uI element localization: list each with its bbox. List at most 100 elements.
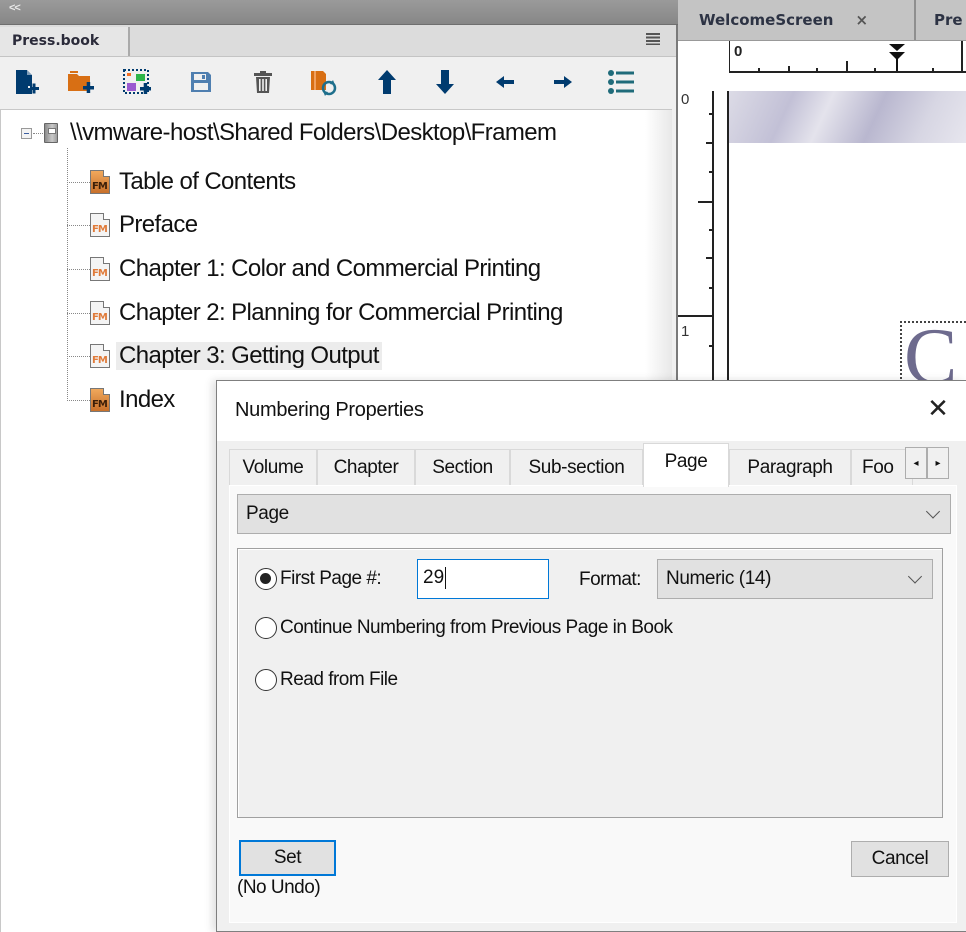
document-tab-strip: WelcomeScreen × Pre: [678, 0, 966, 41]
ruler-tick: [874, 68, 876, 71]
promote-button[interactable]: [490, 67, 520, 97]
tab-label: Pre: [934, 11, 963, 29]
fm-file-icon: FM: [90, 213, 110, 237]
tab-section[interactable]: Section: [415, 449, 510, 485]
ruler-line: [729, 41, 730, 73]
ruler-label: 1: [681, 323, 690, 340]
list-icon: [608, 70, 634, 94]
tree-connector: [67, 312, 90, 314]
tree-connector: [33, 132, 43, 134]
arrow-left-icon: [496, 76, 514, 88]
tab-press-book[interactable]: Press.book: [0, 27, 130, 56]
set-button[interactable]: Set: [239, 840, 336, 876]
ruler-tick: [709, 171, 712, 173]
tab-welcome-screen[interactable]: WelcomeScreen ×: [678, 0, 916, 40]
delete-button[interactable]: [248, 67, 278, 97]
ruler-tick: [709, 229, 712, 231]
demote-button[interactable]: [548, 67, 578, 97]
add-folder-icon: [68, 71, 94, 93]
select-value: Numeric (14): [666, 568, 771, 589]
format-select[interactable]: Numeric (14): [657, 559, 933, 599]
book-path: \\vmware-host\Shared Folders\Desktop\Fra…: [70, 119, 557, 146]
continue-numbering-radio-option[interactable]: Continue Numbering from Previous Page in…: [255, 617, 673, 639]
no-undo-note: (No Undo): [237, 877, 321, 898]
trash-icon: [254, 71, 272, 93]
close-icon[interactable]: ✕: [924, 395, 952, 423]
first-page-radio-option[interactable]: First Page #:: [255, 568, 382, 590]
move-up-button[interactable]: [372, 67, 402, 97]
ruler-tick: [709, 345, 712, 347]
dialog-tab-strip: Volume Chapter Section Sub-section Page …: [229, 443, 965, 487]
panel-collapse-bar[interactable]: <<: [0, 0, 680, 25]
add-group-button[interactable]: [122, 67, 152, 97]
read-from-file-radio[interactable]: [255, 669, 277, 691]
horizontal-ruler: 0: [678, 41, 966, 73]
ruler-tick: [706, 257, 712, 259]
tab-page[interactable]: Page: [643, 443, 729, 487]
tree-connector: [67, 181, 90, 183]
first-page-number-value: 29: [423, 567, 445, 588]
ruler-tick: [816, 68, 818, 71]
read-from-file-radio-option[interactable]: Read from File: [255, 669, 398, 691]
text-caret: [445, 566, 447, 589]
arrow-right-icon: [554, 76, 572, 88]
tab-scroll-right-icon[interactable]: ▸: [927, 447, 949, 479]
tab-chapter[interactable]: Chapter: [317, 449, 415, 485]
numbering-category-select[interactable]: Page: [237, 494, 951, 534]
collapse-chevron-icon[interactable]: <<: [9, 2, 21, 14]
tree-item-chapter-2[interactable]: FM Chapter 2: Planning for Commercial Pr…: [67, 295, 563, 331]
tree-root-book[interactable]: \\vmware-host\Shared Folders\Desktop\Fra…: [21, 118, 557, 148]
tab-press[interactable]: Pre: [916, 0, 966, 40]
tree-item-index[interactable]: FM Index: [67, 382, 175, 418]
toc-button[interactable]: [606, 67, 636, 97]
save-icon: [191, 72, 211, 92]
add-file-button[interactable]: [12, 67, 42, 97]
cancel-button[interactable]: Cancel: [851, 841, 949, 877]
tab-label: WelcomeScreen: [699, 11, 834, 29]
vertical-ruler: 0 1: [678, 91, 714, 381]
chevron-down-icon: [925, 504, 941, 519]
text-frame[interactable]: C: [900, 321, 966, 383]
ruler-label: 0: [681, 91, 690, 108]
document-canvas[interactable]: 0 1 C: [678, 73, 966, 383]
tree-item-label: Table of Contents: [119, 168, 296, 195]
tab-scroll-left-icon[interactable]: ◂: [905, 447, 927, 479]
page-banner-image: [729, 91, 966, 143]
tree-item-chapter-3[interactable]: FM Chapter 3: Getting Output: [67, 338, 382, 374]
fm-label: FM: [92, 224, 108, 235]
first-page-radio[interactable]: [255, 568, 277, 590]
arrow-down-icon: [436, 70, 454, 94]
tab-volume[interactable]: Volume: [229, 449, 317, 485]
continue-numbering-radio[interactable]: [255, 617, 277, 639]
move-down-button[interactable]: [430, 67, 460, 97]
tab-footnote[interactable]: Foo: [851, 449, 913, 485]
ruler-tick: [758, 68, 760, 71]
ruler-tick: [698, 201, 712, 203]
chevron-down-icon: [907, 569, 923, 584]
tree-connector: [67, 268, 90, 270]
numbering-properties-dialog: Numbering Properties ✕ Volume Chapter Se…: [216, 380, 966, 932]
save-button[interactable]: [186, 67, 216, 97]
tree-item-preface[interactable]: FM Preface: [67, 207, 198, 243]
fm-file-icon: FM: [90, 257, 110, 281]
update-book-button[interactable]: [308, 67, 338, 97]
tree-item-chapter-1[interactable]: FM Chapter 1: Color and Commercial Print…: [67, 251, 541, 287]
tab-paragraph[interactable]: Paragraph: [729, 449, 851, 485]
ruler-tick: [932, 68, 934, 71]
dialog-title: Numbering Properties: [235, 399, 424, 421]
hamburger-menu-icon[interactable]: [646, 33, 660, 45]
first-indent-marker[interactable]: [889, 44, 905, 51]
tree-item-table-of-contents[interactable]: FM Table of Contents: [67, 164, 296, 200]
close-tab-icon[interactable]: ×: [855, 11, 868, 29]
first-page-number-input[interactable]: 29: [417, 559, 549, 599]
fm-label: FM: [92, 399, 108, 410]
tab-sub-section[interactable]: Sub-section: [510, 449, 643, 485]
read-from-file-label: Read from File: [280, 669, 398, 690]
tree-item-label: Chapter 3: Getting Output: [116, 342, 382, 370]
add-folder-button[interactable]: [66, 67, 96, 97]
dialog-titlebar[interactable]: Numbering Properties ✕: [217, 381, 966, 441]
tree-item-label: Chapter 1: Color and Commercial Printing: [119, 255, 541, 282]
first-page-label: First Page #:: [280, 568, 382, 589]
fm-label: FM: [92, 181, 108, 192]
collapse-tree-icon[interactable]: [21, 127, 32, 139]
